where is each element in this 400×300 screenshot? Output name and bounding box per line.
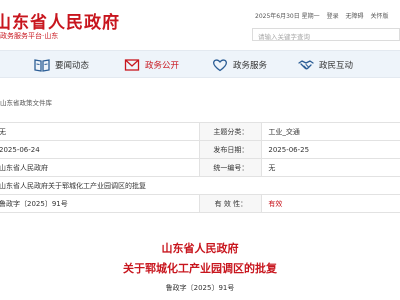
nav-item-label: 要闻动态	[55, 61, 90, 71]
login-link[interactable]: 登录	[327, 13, 339, 20]
site-subtitle: 政务服务平台·山东	[0, 32, 59, 40]
unified-no-label: 统一编号：	[199, 158, 263, 177]
search-input[interactable]: 请输入关键字查询	[252, 28, 400, 41]
site-header: 山东省人民政府 政务服务平台·山东 2025年6月30日 星期一 登录 无障碍 …	[0, 0, 400, 48]
validity-status: 有效	[261, 194, 400, 213]
category-value: 工业_交通	[261, 122, 400, 141]
nav-item-gov-affairs[interactable]: 政务公开	[124, 57, 179, 73]
breadcrumb[interactable]: 山东省政策文件库	[0, 97, 52, 107]
table-row: 鲁政字〔2025〕91号 有 效 性： 有效	[0, 194, 400, 213]
table-row: 山东省人民政府 统一编号： 无	[0, 158, 400, 177]
heart-icon	[212, 59, 228, 72]
validity-label: 有 效 性：	[199, 194, 263, 213]
nav-item-label: 政民互动	[319, 61, 354, 71]
written-date-value: 2025-06-24	[0, 140, 201, 159]
unified-no-value: 无	[261, 158, 400, 177]
care-mode-link[interactable]: 关怀版	[370, 13, 388, 20]
nav-item-interaction[interactable]: 政民互动	[298, 57, 353, 73]
nav-item-label: 政务公开	[145, 61, 180, 71]
issuer-value: 山东省人民政府	[0, 158, 201, 177]
book-icon	[34, 59, 50, 72]
table-row: 山东省人民政府关于郓城化工产业园调区的批复	[0, 176, 400, 195]
document-issuer-heading: 山东省人民政府	[161, 242, 239, 255]
nav-item-label: 政务服务	[233, 61, 268, 71]
publish-date-value: 2025-06-25	[261, 140, 400, 159]
table-row: 无 主题分类： 工业_交通	[0, 122, 400, 141]
doc-no-value: 鲁政字〔2025〕91号	[0, 194, 201, 213]
accessibility-link[interactable]: 无障碍	[346, 13, 364, 20]
document-meta-table: 无 主题分类： 工业_交通 2025-06-24 发布日期： 2025-06-2…	[0, 122, 400, 213]
table-row: 2025-06-24 发布日期： 2025-06-25	[0, 140, 400, 159]
site-title[interactable]: 山东省人民政府	[0, 8, 120, 33]
main-nav: 要闻动态 政务公开 政务服务 政民互动	[0, 50, 400, 78]
document-title-heading: 关于郓城化工产业园调区的批复	[123, 262, 277, 275]
nav-item-services[interactable]: 政务服务	[212, 57, 267, 73]
top-utility-bar: 2025年6月30日 星期一 登录 无障碍 关怀版	[255, 11, 393, 20]
nav-item-news[interactable]: 要闻动态	[34, 57, 89, 73]
publish-date-label: 发布日期：	[199, 140, 263, 159]
index-no-value: 无	[0, 122, 201, 141]
envelope-icon	[124, 59, 140, 71]
title-value: 山东省人民政府关于郓城化工产业园调区的批复	[0, 176, 400, 195]
date-text: 2025年6月30日 星期一	[255, 13, 320, 20]
document-number: 鲁政字〔2025〕91号	[165, 284, 235, 292]
category-label: 主题分类：	[199, 122, 263, 141]
handshake-icon	[298, 60, 314, 70]
